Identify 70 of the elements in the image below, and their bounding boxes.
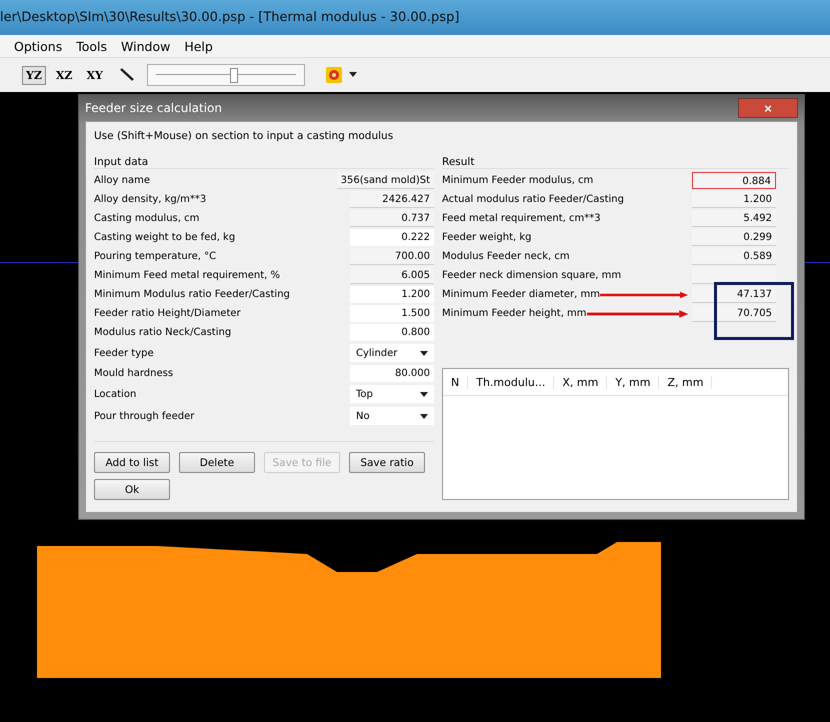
value-field: 2426.427 [350, 191, 434, 208]
view-button[interactable]: XZ [52, 66, 76, 84]
caret-icon [420, 350, 428, 356]
dialog-title: Feeder size calculation [85, 101, 222, 115]
field-label: Casting modulus, cm [94, 213, 200, 224]
value-field: 6.005 [350, 267, 434, 284]
field-label: Modulus ratio Neck/Casting [94, 327, 232, 338]
field-label: Feeder ratio Height/Diameter [94, 308, 242, 319]
value-field: 0.737 [350, 210, 434, 227]
hint-text: Use (Shift+Mouse) on section to input a casting modulus [94, 130, 394, 142]
result-label: Minimum Feeder diameter, mm [442, 289, 600, 300]
field-label: Feeder type [94, 348, 155, 358]
result-label: Feeder neck dimension square, mm [442, 270, 622, 281]
caret-icon[interactable] [348, 72, 357, 78]
slider[interactable] [146, 64, 305, 86]
result-label: Actual modulus ratio Feeder/Casting [442, 194, 625, 205]
result-label: Modulus Feeder neck, cm [442, 251, 571, 262]
dropdown[interactable]: Top [350, 385, 434, 403]
group-title: Result [442, 156, 789, 169]
result-field: 0.299 [692, 229, 776, 246]
caret-icon [420, 392, 428, 396]
group-title: Input data [94, 156, 434, 169]
result-field: 47.137 [692, 286, 776, 303]
field-label: Minimum Modulus ratio Feeder/Casting [94, 289, 291, 300]
result-field: 1.200 [692, 191, 776, 208]
dialog-button[interactable]: Ok [94, 479, 170, 500]
field-label: Pour through feeder [94, 410, 196, 422]
column-header[interactable]: Th.modulu... [468, 376, 554, 388]
column-header[interactable]: X, mm [554, 376, 608, 388]
input-field[interactable]: 0.222 [350, 229, 434, 246]
result-field: 70.705 [692, 305, 776, 322]
close-button[interactable]: × [738, 98, 798, 118]
menu-item[interactable]: Window [121, 38, 170, 54]
dropdown[interactable]: No [350, 407, 434, 425]
result-field: 0.884 [692, 172, 776, 189]
dialog-button[interactable]: Save ratio [349, 452, 425, 473]
menu-item[interactable]: Help [184, 38, 213, 54]
input-field[interactable]: 0.800 [350, 324, 434, 341]
menu-item[interactable]: Tools [76, 38, 108, 54]
result-label: Feed metal requirement, cm**3 [442, 213, 602, 224]
value-field: 356(sand mold)St [336, 172, 434, 189]
column-header[interactable]: Y, mm [607, 376, 660, 388]
window-title: ler\Desktop\SIm\30\Results\30.00.psp - [Thermal modulus - 30.00.psp] [0, 10, 460, 25]
field-label: Mould hardness [94, 368, 174, 379]
column-header[interactable]: Z, mm [659, 376, 712, 388]
value-field: 700.00 [350, 248, 434, 265]
dialog-button[interactable]: Delete [179, 452, 255, 473]
caret-icon [420, 414, 428, 418]
field-label: Minimum Feed metal requirement, % [94, 270, 282, 281]
field-label: Casting weight to be fed, kg [94, 232, 236, 243]
menu-item[interactable]: Options [14, 38, 62, 54]
view-button[interactable]: XY [82, 66, 107, 84]
field-label: Alloy density, kg/m**3 [94, 194, 208, 205]
field-label: Pouring temperature, °C [94, 251, 218, 262]
field-label: Location [94, 388, 138, 400]
result-field: 0.589 [692, 248, 776, 265]
wand-icon[interactable] [118, 67, 135, 83]
input-field[interactable]: 80.000 [350, 365, 434, 382]
palette-icon[interactable] [324, 66, 343, 84]
dialog-button[interactable]: Add to list [94, 452, 170, 473]
result-field: 5.492 [692, 210, 776, 227]
result-label: Feeder weight, kg [442, 232, 533, 243]
view-button[interactable]: YZ [22, 66, 46, 84]
result-label: Minimum Feeder height, mm [442, 308, 587, 319]
result-label: Minimum Feeder modulus, cm [442, 175, 594, 186]
input-field[interactable]: 1.200 [350, 286, 434, 303]
input-field[interactable]: 1.500 [350, 305, 434, 322]
column-header[interactable]: N [443, 376, 468, 388]
dropdown[interactable]: Cylinder [350, 344, 434, 362]
field-label: Alloy name [94, 175, 151, 186]
